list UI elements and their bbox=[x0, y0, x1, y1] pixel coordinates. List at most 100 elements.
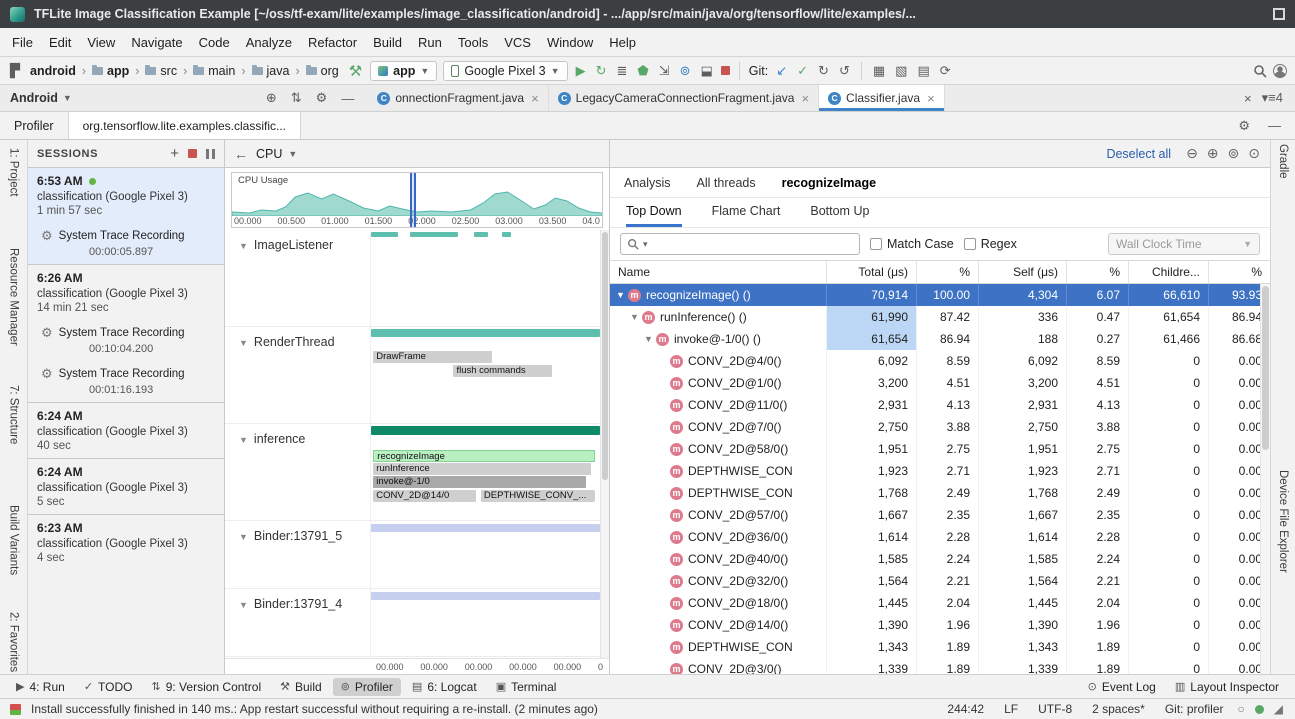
menu-item-vcs[interactable]: VCS bbox=[496, 32, 539, 53]
thread-row-binder5[interactable]: ▼ Binder:13791_5 bbox=[225, 521, 600, 589]
device-manager-icon[interactable]: ▦ bbox=[871, 63, 887, 79]
table-row-3[interactable]: ▼mCONV_2D@4/0()6,0928.596,0928.5900.00 bbox=[610, 350, 1270, 372]
back-arrow-icon[interactable]: ← bbox=[234, 146, 248, 162]
match-case-checkbox[interactable]: Match Case bbox=[870, 237, 954, 251]
table-row-5[interactable]: ▼mCONV_2D@11/0()2,9314.132,9314.1300.00 bbox=[610, 394, 1270, 416]
zoom-in-icon[interactable]: ⊕ bbox=[1207, 145, 1219, 162]
apply-changes-icon[interactable]: ↻ bbox=[594, 63, 609, 79]
toolwindow-corner-icon[interactable]: ▛ bbox=[8, 63, 22, 79]
toolwindow-button-logcat[interactable]: ▤6: Logcat bbox=[404, 678, 485, 696]
clock-type-dropdown[interactable]: Wall Clock Time ▼ bbox=[1108, 233, 1260, 255]
collapse-arrow-icon[interactable]: ▼ bbox=[239, 241, 248, 251]
thread-track[interactable] bbox=[370, 589, 600, 656]
search-history-chevron-icon[interactable]: ▾ bbox=[643, 239, 648, 250]
thread-row-binder4[interactable]: ▼ Binder:13791_4 bbox=[225, 589, 600, 657]
analysis-tab-recognizeimage[interactable]: recognizeImage bbox=[782, 176, 876, 190]
thread-track[interactable]: DrawFrame flush commands bbox=[370, 327, 600, 423]
left-strip-button-0[interactable]: 1: Project bbox=[8, 148, 20, 197]
column-header-4[interactable]: % bbox=[1066, 261, 1128, 283]
left-strip-button-1[interactable]: Resource Manager bbox=[8, 248, 20, 346]
zoom-out-icon[interactable]: ⊖ bbox=[1186, 145, 1198, 162]
threads-scrollbar[interactable] bbox=[600, 230, 609, 658]
menu-item-file[interactable]: File bbox=[4, 32, 41, 53]
build-hammer-icon[interactable]: ⚒ bbox=[347, 62, 364, 80]
device-chooser[interactable]: Google Pixel 3 ▼ bbox=[443, 61, 567, 81]
trace-span[interactable]: CONV_2D@14/0 bbox=[373, 490, 476, 502]
search-input[interactable] bbox=[652, 237, 853, 251]
git-update-icon[interactable]: ↙ bbox=[774, 63, 789, 79]
table-row-6[interactable]: ▼mCONV_2D@7/0()2,7503.882,7503.8800.00 bbox=[610, 416, 1270, 438]
reset-zoom-icon[interactable]: ⊚ bbox=[1228, 145, 1240, 162]
track-selector[interactable]: CPU ▼ bbox=[256, 147, 297, 161]
trace-recording-item[interactable]: ⚙System Trace Recording00:01:16.193 bbox=[28, 361, 224, 402]
session-item-1[interactable]: 6:26 AMclassification (Google Pixel 3)14… bbox=[28, 264, 224, 320]
menu-item-tools[interactable]: Tools bbox=[450, 32, 496, 53]
collapse-all-icon[interactable]: ⇅ bbox=[289, 90, 304, 106]
thread-track[interactable] bbox=[370, 230, 600, 326]
checkbox-icon[interactable] bbox=[870, 238, 882, 250]
table-row-11[interactable]: ▼mCONV_2D@36/0()1,6142.281,6142.2800.00 bbox=[610, 526, 1270, 548]
breadcrumb-item-src[interactable]: src bbox=[143, 63, 179, 79]
breadcrumb-item-app[interactable]: app bbox=[90, 63, 131, 79]
settings-gear-icon[interactable]: ⚙ bbox=[314, 90, 330, 106]
menu-item-run[interactable]: Run bbox=[410, 32, 450, 53]
resize-grip-icon[interactable]: ◢ bbox=[1272, 702, 1285, 716]
column-header-0[interactable]: Name bbox=[610, 261, 826, 283]
table-row-10[interactable]: ▼mCONV_2D@57/0()1,6672.351,6672.3500.00 bbox=[610, 504, 1270, 526]
git-rollback-icon[interactable]: ↺ bbox=[837, 63, 852, 79]
menu-item-view[interactable]: View bbox=[79, 32, 123, 53]
profile-app-icon[interactable]: ⊚ bbox=[678, 63, 693, 79]
left-strip-button-4[interactable]: 2: Favorites bbox=[8, 612, 20, 672]
run-configurations-icon[interactable]: ≣ bbox=[614, 63, 629, 79]
cpu-usage-chart[interactable]: CPU Usage 00.00000.50001.00001.50002.000… bbox=[231, 172, 603, 228]
menu-item-window[interactable]: Window bbox=[539, 32, 601, 53]
regex-checkbox[interactable]: Regex bbox=[964, 237, 1017, 251]
table-row-16[interactable]: ▼mDEPTHWISE_CON1,3431.891,3431.8900.00 bbox=[610, 636, 1270, 658]
profiler-tab[interactable]: Profiler bbox=[0, 112, 68, 139]
new-session-plus-icon[interactable]: + bbox=[170, 145, 179, 162]
trace-span[interactable]: invoke@-1/0 bbox=[373, 476, 586, 488]
scrollbar-thumb[interactable] bbox=[1262, 286, 1269, 450]
zoom-to-selection-icon[interactable]: ⊙ bbox=[1248, 145, 1260, 162]
run-with-coverage-icon[interactable]: ⬓ bbox=[699, 63, 715, 79]
menu-item-edit[interactable]: Edit bbox=[41, 32, 79, 53]
toolwindow-button-event-log[interactable]: ⊙Event Log bbox=[1080, 678, 1164, 696]
sdk-manager-icon[interactable]: ▤ bbox=[915, 63, 931, 79]
search-everywhere-icon[interactable] bbox=[1253, 64, 1267, 78]
menu-item-code[interactable]: Code bbox=[191, 32, 238, 53]
thread-track[interactable]: recognizeImage runInference invoke@-1/0 … bbox=[370, 424, 600, 520]
scrollbar-thumb[interactable] bbox=[602, 232, 608, 480]
hide-panel-icon[interactable]: — bbox=[339, 91, 356, 106]
hide-panel-icon[interactable]: — bbox=[1266, 118, 1283, 133]
menu-item-build[interactable]: Build bbox=[365, 32, 410, 53]
close-icon[interactable]: × bbox=[531, 91, 539, 106]
breadcrumb-item-java[interactable]: java bbox=[250, 63, 292, 79]
search-box[interactable]: ▾ bbox=[620, 233, 860, 255]
session-item-4[interactable]: 6:23 AMclassification (Google Pixel 3)4 … bbox=[28, 514, 224, 570]
trace-span[interactable]: DEPTHWISE_CONV_... bbox=[481, 490, 596, 502]
editor-tab-3[interactable]: CClassifier.java× bbox=[819, 85, 945, 111]
subtab-bottom-up[interactable]: Bottom Up bbox=[810, 198, 869, 227]
file-encoding[interactable]: UTF-8 bbox=[1030, 702, 1080, 716]
run-config-chooser[interactable]: app ▼ bbox=[370, 61, 437, 81]
trace-span[interactable]: DrawFrame bbox=[373, 351, 492, 363]
close-all-icon[interactable]: × bbox=[1242, 91, 1254, 106]
profiler-session-tab[interactable]: org.tensorflow.lite.examples.classific..… bbox=[68, 112, 301, 139]
notification-bell-icon[interactable]: ○ bbox=[1236, 702, 1247, 716]
attach-debugger-icon[interactable]: ⇲ bbox=[657, 63, 672, 79]
table-scrollbar[interactable] bbox=[1260, 284, 1270, 674]
analysis-tab-all-threads[interactable]: All threads bbox=[697, 176, 756, 190]
breadcrumb-item-android[interactable]: android bbox=[28, 63, 78, 79]
project-view-selector[interactable]: Android ▼ bbox=[0, 85, 82, 111]
editor-tab-1[interactable]: ConnectionFragment.java× bbox=[368, 85, 548, 111]
caret-position[interactable]: 244:42 bbox=[939, 702, 992, 716]
collapse-arrow-icon[interactable]: ▼ bbox=[239, 532, 248, 542]
table-row-8[interactable]: ▼mDEPTHWISE_CON1,9232.711,9232.7100.00 bbox=[610, 460, 1270, 482]
collapse-arrow-icon[interactable]: ▼ bbox=[239, 338, 248, 348]
table-row-4[interactable]: ▼mCONV_2D@1/0()3,2004.513,2004.5100.00 bbox=[610, 372, 1270, 394]
thread-row-imagelistener[interactable]: ▼ ImageListener bbox=[225, 230, 600, 327]
menu-item-navigate[interactable]: Navigate bbox=[123, 32, 190, 53]
right-strip-button-1[interactable]: Device File Explorer bbox=[1277, 470, 1289, 573]
sync-gradle-icon[interactable]: ⟳ bbox=[938, 63, 953, 79]
expand-arrow-icon[interactable]: ▼ bbox=[616, 290, 627, 300]
